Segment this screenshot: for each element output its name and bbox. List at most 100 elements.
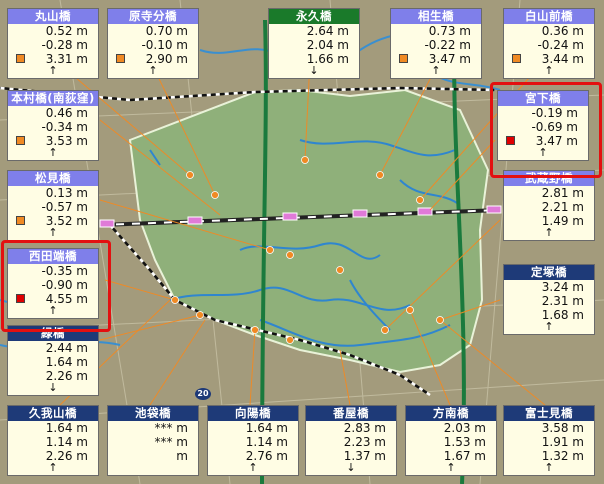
station-value: *** m (154, 421, 188, 435)
station-value: 3.53 m (45, 134, 88, 148)
station-name: 富士見橋 (504, 406, 594, 421)
trend-down-icon: ↓ (48, 381, 58, 394)
trend-down-icon: ↓ (346, 461, 356, 474)
station-value: 1.66 m (306, 52, 349, 66)
alert-highlight-miyashita (490, 82, 602, 178)
station-value-row: 1.91 m (504, 435, 594, 449)
station-eikyu[interactable]: 永久橋 2.64 m 2.04 m 1.66 m ↓ (268, 8, 360, 79)
station-value: 2.21 m (541, 200, 584, 214)
station-jotsuka[interactable]: 定塚橋 3.24 m 2.31 m 1.68 m ↑ (503, 264, 595, 335)
station-value: 1.91 m (541, 435, 584, 449)
status-marker-orange (399, 54, 408, 63)
station-value-row: 1.14 m (208, 435, 298, 449)
station-value: 3.47 m (428, 52, 471, 66)
station-value: -0.57 m (41, 200, 88, 214)
trend-up-icon: ↑ (48, 226, 58, 239)
station-value: 1.37 m (343, 449, 386, 463)
station-value: 1.68 m (541, 308, 584, 322)
station-value-row: 0.70 m (108, 24, 198, 38)
station-value: 3.52 m (45, 214, 88, 228)
trend-up-icon (108, 463, 198, 475)
station-name: 永久橋 (269, 9, 359, 24)
station-name: 池袋橋 (108, 406, 198, 421)
station-value: 2.90 m (145, 52, 188, 66)
station-ikebukuro[interactable]: 池袋橋 *** m *** mm (107, 405, 199, 476)
trend-up-icon: ↑ (544, 320, 554, 333)
station-value: 2.26 m (45, 449, 88, 463)
station-harateraburi[interactable]: 原寺分橋 0.70 m -0.10 m 2.90 m ↑ (107, 8, 199, 79)
station-value-row: 2.90 m (108, 52, 198, 66)
station-value-row: 0.73 m (391, 24, 481, 38)
station-aioi[interactable]: 相生橋 0.73 m -0.22 m 3.47 m ↑ (390, 8, 482, 79)
station-value-row: 2.03 m (406, 421, 496, 435)
station-hakusanmae[interactable]: 白山前橋 0.36 m -0.24 m 3.44 m ↑ (503, 8, 595, 79)
station-value-row: 3.47 m (391, 52, 481, 66)
station-maruyama[interactable]: 丸山橋 0.52 m -0.28 m 3.31 m ↑ (7, 8, 99, 79)
station-value-row: 3.52 m (8, 214, 98, 228)
station-value: 2.03 m (443, 421, 486, 435)
station-mukohi[interactable]: 向陽橋 1.64 m 1.14 m 2.76 m ↑ (207, 405, 299, 476)
station-value-row: -0.28 m (8, 38, 98, 52)
station-value: 0.36 m (541, 24, 584, 38)
station-name: 白山前橋 (504, 9, 594, 24)
station-value: 0.46 m (45, 106, 88, 120)
status-marker-orange (16, 136, 25, 145)
station-midori[interactable]: 緑橋 2.44 m 1.64 m 2.26 m ↓ (7, 325, 99, 396)
station-matsumi[interactable]: 松見橋 0.13 m -0.57 m 3.52 m ↑ (7, 170, 99, 241)
station-value: 0.52 m (45, 24, 88, 38)
station-banya[interactable]: 番屋橋 2.83 m 2.23 m 1.37 m ↓ (305, 405, 397, 476)
station-name: 久我山橋 (8, 406, 98, 421)
station-value: 2.04 m (306, 38, 349, 52)
trend-up-icon: ↑ (544, 226, 554, 239)
station-name: 本村橋(南荻窪) (8, 91, 98, 106)
station-name: 番屋橋 (306, 406, 396, 421)
station-value-row: -0.24 m (504, 38, 594, 52)
status-marker-orange (16, 216, 25, 225)
station-value: 1.53 m (443, 435, 486, 449)
station-value-row: 3.58 m (504, 421, 594, 435)
station-value-row: 2.04 m (269, 38, 359, 52)
station-value-row: 2.81 m (504, 186, 594, 200)
station-value-row: 1.64 m (8, 355, 98, 369)
trend-up-icon: ↑ (544, 64, 554, 77)
station-mushashisekibi[interactable]: 武蔵野橋 2.81 m 2.21 m 1.49 m ↑ (503, 170, 595, 241)
station-value-row: 1.53 m (406, 435, 496, 449)
status-marker-orange (512, 54, 521, 63)
station-value: 1.32 m (541, 449, 584, 463)
station-value-row: 0.52 m (8, 24, 98, 38)
status-marker-orange (116, 54, 125, 63)
trend-up-icon: ↑ (248, 461, 258, 474)
station-value: 0.70 m (145, 24, 188, 38)
station-value: 2.31 m (541, 294, 584, 308)
status-marker-orange (16, 54, 25, 63)
station-value-row: 2.64 m (269, 24, 359, 38)
trend-up-icon: ↑ (544, 461, 554, 474)
station-value-row: -0.34 m (8, 120, 98, 134)
station-value: 1.64 m (245, 421, 288, 435)
station-value-row: 3.24 m (504, 280, 594, 294)
station-value-row: 2.26 m (8, 369, 98, 383)
station-value: -0.22 m (424, 38, 471, 52)
station-value: 3.44 m (541, 52, 584, 66)
station-value-row: 2.21 m (504, 200, 594, 214)
station-kugayama[interactable]: 久我山橋 1.64 m 1.14 m 2.26 m ↑ (7, 405, 99, 476)
station-fujimi[interactable]: 富士見橋 3.58 m 1.91 m 1.32 m ↑ (503, 405, 595, 476)
station-value-row: 1.68 m (504, 308, 594, 322)
station-name: 松見橋 (8, 171, 98, 186)
station-name: 向陽橋 (208, 406, 298, 421)
station-honan[interactable]: 方南橋 2.03 m 1.53 m 1.67 m ↑ (405, 405, 497, 476)
station-value: 2.44 m (45, 341, 88, 355)
station-value: -0.24 m (537, 38, 584, 52)
station-value-row: -0.10 m (108, 38, 198, 52)
highway-marker: 20 (195, 388, 211, 400)
station-value-row: 2.44 m (8, 341, 98, 355)
alert-highlight-nishitabata (1, 240, 111, 332)
station-value-row: 2.26 m (8, 449, 98, 463)
trend-up-icon: ↑ (48, 64, 58, 77)
station-value: 2.23 m (343, 435, 386, 449)
station-honmura[interactable]: 本村橋(南荻窪) 0.46 m -0.34 m 3.53 m ↑ (7, 90, 99, 161)
trend-up-icon: ↑ (48, 461, 58, 474)
station-value-row: 1.64 m (208, 421, 298, 435)
trend-up-icon: ↑ (431, 64, 441, 77)
station-name: 原寺分橋 (108, 9, 198, 24)
